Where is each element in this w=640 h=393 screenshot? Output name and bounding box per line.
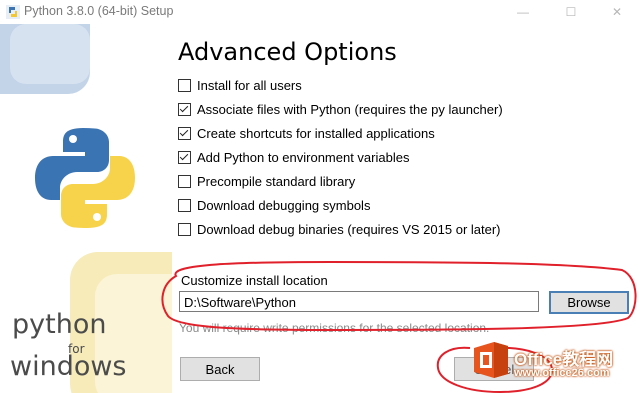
side-banner: python for windows (0, 24, 172, 393)
option-precompile-stdlib[interactable]: Precompile standard library (178, 172, 355, 190)
checkbox[interactable] (178, 126, 191, 140)
watermark: Office教程网 www.office26.com (470, 340, 635, 386)
checkbox[interactable] (178, 198, 191, 212)
page-title: Advanced Options (178, 38, 397, 66)
option-create-shortcuts[interactable]: Create shortcuts for installed applicati… (178, 124, 435, 142)
checkbox[interactable] (178, 102, 191, 116)
maximize-button[interactable]: ☐ (548, 0, 594, 24)
option-label: Associate files with Python (requires th… (197, 101, 503, 117)
watermark-url: www.office26.com (514, 367, 610, 379)
minimize-button[interactable]: — (500, 0, 546, 24)
banner-blue-shape-light (10, 24, 90, 84)
brand-python: python (12, 309, 107, 340)
back-button[interactable]: Back (180, 357, 260, 381)
title-bar: Python 3.8.0 (64-bit) Setup — ☐ ✕ (0, 0, 640, 24)
option-label: Install for all users (197, 77, 302, 93)
brand-windows: windows (10, 351, 127, 382)
office-logo-icon (474, 342, 508, 378)
checkbox[interactable] (178, 174, 191, 188)
python-setup-icon (6, 5, 20, 19)
option-label: Add Python to environment variables (197, 149, 410, 165)
option-install-all-users[interactable]: Install for all users (178, 76, 302, 94)
option-label: Download debugging symbols (197, 197, 371, 213)
window-title: Python 3.8.0 (64-bit) Setup (24, 4, 174, 18)
install-location-label: Customize install location (181, 273, 328, 288)
option-add-to-path[interactable]: Add Python to environment variables (178, 148, 409, 166)
option-label: Download debug binaries (requires VS 201… (197, 221, 501, 237)
checkbox[interactable] (178, 150, 191, 164)
option-debug-binaries[interactable]: Download debug binaries (requires VS 201… (178, 220, 501, 238)
python-logo-icon (35, 128, 135, 228)
option-label: Precompile standard library (197, 173, 356, 189)
option-associate-files[interactable]: Associate files with Python (requires th… (178, 100, 503, 118)
install-path-input[interactable]: D:\Software\Python (179, 291, 539, 312)
option-label: Create shortcuts for installed applicati… (197, 125, 435, 141)
browse-button[interactable]: Browse (549, 291, 629, 314)
permission-note: You will require write permissions for t… (179, 321, 490, 335)
close-button[interactable]: ✕ (594, 0, 640, 24)
option-debug-symbols[interactable]: Download debugging symbols (178, 196, 370, 214)
checkbox[interactable] (178, 78, 191, 92)
checkbox[interactable] (178, 222, 191, 236)
